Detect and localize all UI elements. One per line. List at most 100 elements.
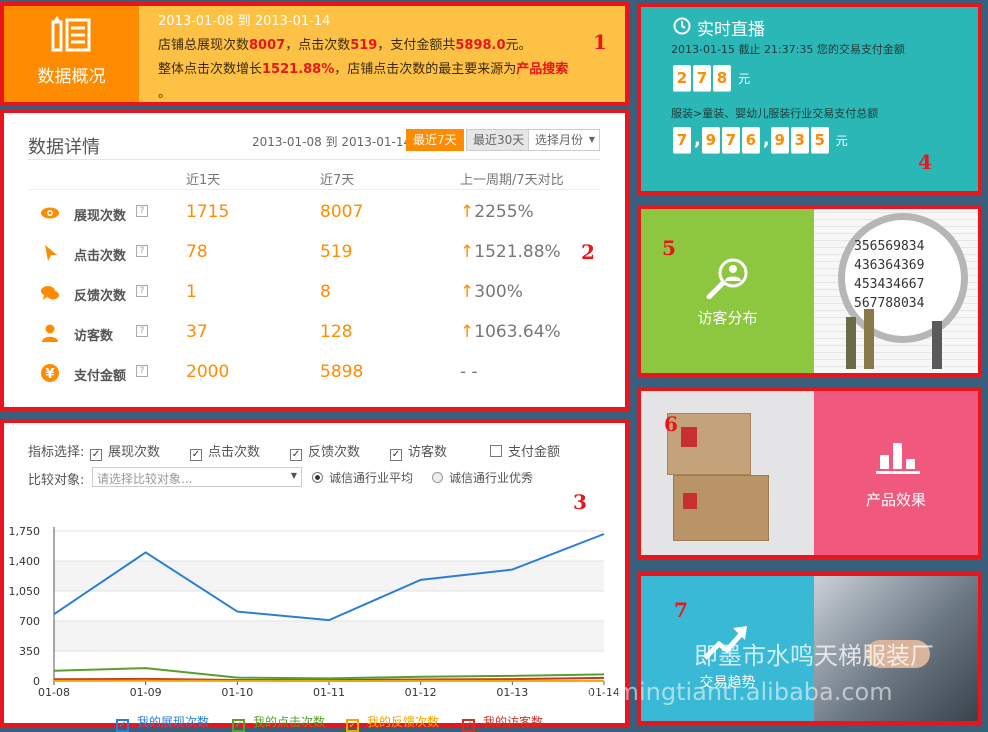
live-cut: 截止 bbox=[738, 43, 760, 56]
svg-text:¥: ¥ bbox=[45, 367, 54, 382]
payment-value: 5898.0 bbox=[455, 38, 505, 53]
checkbox-checked-icon: ✓ bbox=[190, 449, 202, 461]
value-1d: 1 bbox=[186, 282, 197, 302]
row-label: 点击次数 bbox=[74, 245, 126, 264]
number-line: 436364369 bbox=[854, 256, 924, 275]
yen-icon: ¥ bbox=[40, 363, 60, 383]
counter-digit: 9 bbox=[771, 127, 789, 153]
marker-3: 3 bbox=[573, 490, 587, 514]
month-select[interactable]: 选择月份 ▼ bbox=[528, 129, 600, 151]
overview-tile[interactable]: 数据概况 bbox=[4, 6, 139, 102]
unit: 元 bbox=[836, 134, 848, 148]
counter-digit: 3 bbox=[791, 127, 809, 153]
counter-separator: , bbox=[694, 129, 701, 150]
source-value: 产品搜索 bbox=[516, 62, 568, 77]
marker-2: 2 bbox=[581, 240, 595, 264]
tab-last-7-days[interactable]: 最近7天 bbox=[406, 129, 464, 151]
product-performance-panel[interactable]: 产品效果 bbox=[637, 387, 982, 559]
counter-separator: , bbox=[763, 129, 770, 150]
legend-label: 我的反馈次数 bbox=[367, 715, 439, 729]
value-7d: 5898 bbox=[320, 362, 363, 382]
series-line bbox=[54, 668, 604, 678]
magnifier-photo: 356569834 436364369 453434667 567788034 bbox=[814, 209, 978, 373]
visitor-tile[interactable]: 访客分布 bbox=[641, 209, 814, 373]
value-compare: ↑300% bbox=[460, 282, 523, 302]
metric-label: 展现次数 bbox=[108, 445, 160, 460]
radio-industry-best[interactable]: 诚信通行业优秀 bbox=[432, 469, 533, 486]
tab-last-30-days[interactable]: 最近30天 bbox=[466, 129, 531, 151]
row-label: 反馈次数 bbox=[74, 285, 126, 304]
x-tick-label: 01-13 bbox=[496, 686, 528, 699]
legend-item[interactable]: ✓我的访客数 bbox=[462, 713, 543, 732]
metric-checkbox[interactable]: ✓ 访客数 bbox=[390, 441, 447, 461]
help-icon[interactable]: ? bbox=[136, 285, 148, 297]
chevron-down-icon: ▼ bbox=[589, 130, 595, 150]
table-row: 展现次数 ? 1715 8007 ↑2255% bbox=[28, 193, 608, 233]
compare-select[interactable]: 请选择比较对象... ▼ bbox=[92, 467, 302, 487]
divider bbox=[28, 159, 600, 160]
clicks-value: 519 bbox=[350, 38, 377, 53]
product-tile[interactable]: 产品效果 bbox=[814, 391, 978, 555]
x-tick-label: 01-11 bbox=[313, 686, 345, 699]
box-label bbox=[681, 427, 697, 447]
overview-date-range: 2013-01-08 到 2013-01-14 bbox=[158, 10, 618, 34]
legend-label: 我的展现次数 bbox=[137, 715, 209, 729]
help-icon[interactable]: ? bbox=[136, 245, 148, 257]
compare-text: 1521.88% bbox=[474, 242, 560, 262]
help-icon[interactable]: ? bbox=[136, 205, 148, 217]
text: ，点击次数 bbox=[285, 38, 350, 53]
x-tick-label: 01-09 bbox=[130, 686, 162, 699]
text: ，店铺点击次数的最主要来源为 bbox=[334, 62, 516, 77]
counter-digit: 7 bbox=[673, 127, 691, 153]
legend-label: 我的点击次数 bbox=[253, 715, 325, 729]
counter-digit: 7 bbox=[693, 65, 711, 91]
live-title: 实时直播 bbox=[697, 15, 765, 40]
tile-label: 访客分布 bbox=[641, 307, 814, 328]
chart-panel: 指标选择: ✓展现次数 ✓点击次数 ✓反馈次数 ✓访客数 支付金额 比较对象: … bbox=[0, 419, 629, 727]
compare-label: 比较对象: bbox=[28, 469, 84, 488]
chat-icon bbox=[40, 283, 60, 303]
text: 整体点击次数增长 bbox=[158, 62, 262, 77]
y-tick-label: 1,050 bbox=[9, 585, 41, 598]
value-7d: 128 bbox=[320, 322, 352, 342]
metric-label: 访客数 bbox=[408, 445, 447, 460]
figurine bbox=[864, 309, 874, 369]
y-tick-label: 1,750 bbox=[9, 525, 41, 538]
checkbox-unchecked-icon bbox=[490, 445, 502, 457]
radio-industry-average[interactable]: 诚信通行业平均 bbox=[312, 469, 413, 486]
help-icon[interactable]: ? bbox=[136, 365, 148, 377]
magnified-numbers: 356569834 436364369 453434667 567788034 bbox=[854, 237, 924, 313]
metric-label: 指标选择: bbox=[28, 441, 84, 460]
clock-icon bbox=[673, 17, 691, 35]
visitor-distribution-panel[interactable]: 访客分布 356569834 436364369 453434667 56778… bbox=[637, 205, 982, 377]
marker-6: 6 bbox=[664, 412, 678, 436]
legend-item[interactable]: ✓ 我的展现次数 bbox=[116, 713, 209, 732]
value-7d: 8007 bbox=[320, 202, 363, 222]
help-icon[interactable]: ? bbox=[136, 325, 148, 337]
checkbox-checked-icon: ✓ bbox=[390, 449, 402, 461]
metric-checkbox[interactable]: ✓展现次数 bbox=[90, 441, 160, 461]
live-date: 2013-01-15 bbox=[671, 43, 735, 56]
metric-checkbox[interactable]: ✓点击次数 bbox=[190, 441, 260, 461]
arrow-up-icon: ↑ bbox=[460, 282, 474, 302]
unit: 元 bbox=[738, 72, 750, 86]
compare-text: 300% bbox=[474, 282, 523, 302]
legend-check-icon: ✓ bbox=[116, 719, 129, 732]
metric-checkbox[interactable]: 支付金额 bbox=[490, 441, 560, 460]
text: 元。 bbox=[506, 38, 532, 53]
legend-item[interactable]: ✓ 我的点击次数 bbox=[232, 713, 325, 732]
checkbox-checked-icon: ✓ bbox=[290, 449, 302, 461]
col-header-1d: 近1天 bbox=[186, 169, 220, 188]
value-7d: 519 bbox=[320, 242, 352, 262]
month-select-label: 选择月份 bbox=[535, 133, 583, 147]
radio-unselected-icon bbox=[432, 472, 443, 483]
overview-summary: 2013-01-08 到 2013-01-14 店铺总展现次数8007，点击次数… bbox=[158, 10, 618, 106]
legend-item[interactable]: ✓我的反馈次数 bbox=[346, 713, 439, 732]
counter-digit: 2 bbox=[673, 65, 691, 91]
legend-check-icon: ✓ bbox=[232, 719, 245, 732]
table-row: 访客数 ? 37 128 ↑1063.64% bbox=[28, 313, 608, 353]
metric-checkbox[interactable]: ✓反馈次数 bbox=[290, 441, 360, 461]
overview-panel: 数据概况 2013-01-08 到 2013-01-14 店铺总展现次数8007… bbox=[0, 2, 629, 106]
bar-chart-icon bbox=[876, 441, 920, 475]
y-tick-label: 1,400 bbox=[9, 555, 41, 568]
